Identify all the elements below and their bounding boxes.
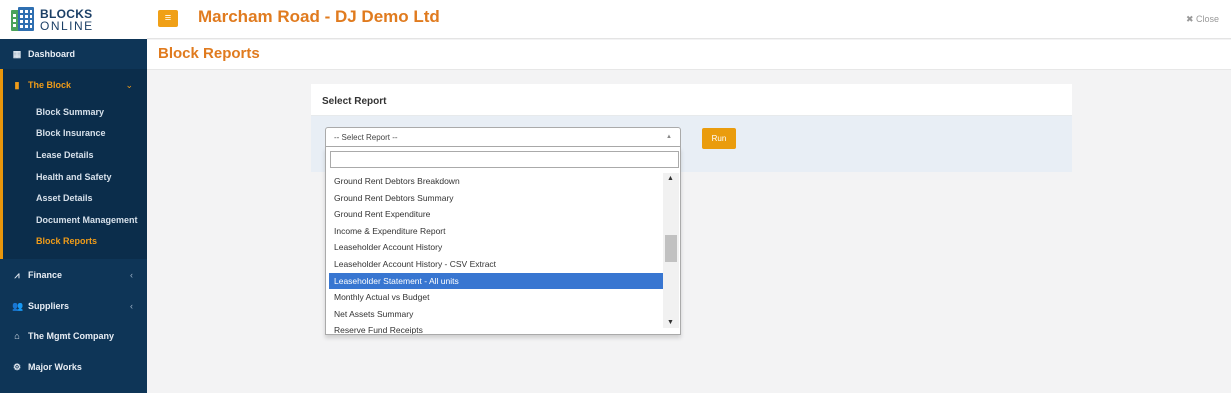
report-select-value: -- Select Report --: [334, 133, 398, 142]
sidebar-item-mgmt-company[interactable]: ⌂ The Mgmt Company: [0, 328, 147, 344]
sidebar-item-dashboard[interactable]: ▦ Dashboard: [0, 46, 147, 62]
sidebar-item-finance[interactable]: ⩘ Finance ‹: [0, 267, 147, 283]
logo[interactable]: BLOCKS ONLINE: [0, 0, 147, 39]
sidebar-subitem-block-summary[interactable]: Block Summary: [36, 107, 104, 117]
page-header: Block Reports: [147, 40, 1231, 70]
dropdown-option[interactable]: Monthly Actual vs Budget: [329, 289, 663, 306]
sidebar-item-suppliers[interactable]: 👥 Suppliers ‹: [0, 298, 147, 314]
dropdown-search-input[interactable]: [330, 151, 679, 168]
sidebar: BLOCKS ONLINE ▦ Dashboard ▮ The Block ⌄ …: [0, 0, 147, 393]
line-chart-icon: ⩘: [14, 269, 20, 280]
site-title: Marcham Road - DJ Demo Ltd: [198, 7, 440, 26]
chevron-left-icon: ‹: [130, 270, 133, 280]
dropdown-options-list: Ground Rent Debtors Breakdown Ground Rent…: [329, 173, 663, 334]
dropdown-option[interactable]: Net Assets Summary: [329, 306, 663, 323]
dropdown-option[interactable]: Reserve Fund Receipts: [329, 322, 663, 334]
sidebar-item-label: The Block: [28, 80, 72, 90]
sidebar-subitem-health-and-safety[interactable]: Health and Safety: [36, 172, 112, 182]
sidebar-subitem-block-insurance[interactable]: Block Insurance: [36, 128, 106, 138]
report-select[interactable]: -- Select Report -- ▲: [325, 127, 681, 147]
menu-toggle-button[interactable]: ≡: [158, 10, 178, 27]
report-dropdown: Ground Rent Debtors Breakdown Ground Rent…: [325, 147, 681, 335]
sidebar-item-the-block[interactable]: ▮ The Block ⌄: [0, 77, 147, 93]
sidebar-item-major-works[interactable]: ⚙ Major Works: [0, 359, 147, 375]
sidebar-item-label: Suppliers: [28, 301, 70, 311]
dashboard-icon: ▦: [12, 48, 22, 59]
sidebar-item-label: Finance: [28, 270, 63, 280]
caret-up-icon: ▲: [666, 134, 672, 140]
users-icon: 👥: [12, 300, 24, 311]
scroll-down-icon[interactable]: ▼: [667, 319, 674, 326]
sidebar-subitem-lease-details[interactable]: Lease Details: [36, 150, 94, 160]
sidebar-item-label: Major Works: [28, 362, 82, 372]
close-button[interactable]: ✖ Close: [1186, 14, 1219, 25]
chevron-down-icon: ⌄: [125, 79, 133, 90]
chevron-left-icon: ‹: [130, 301, 133, 311]
dropdown-option[interactable]: Income & Expenditure Report: [329, 223, 663, 240]
sidebar-subitem-document-management[interactable]: Document Management: [36, 215, 138, 225]
dropdown-option[interactable]: Ground Rent Expenditure: [329, 206, 663, 223]
logo-text-online: ONLINE: [40, 18, 94, 33]
dropdown-option[interactable]: Leaseholder Statement - All units: [329, 272, 663, 290]
run-button[interactable]: Run: [702, 128, 736, 149]
institution-icon: ⌂: [14, 331, 20, 341]
the-block-section: [0, 69, 147, 259]
dropdown-option[interactable]: Leaseholder Account History: [329, 239, 663, 256]
top-bar: ≡ Marcham Road - DJ Demo Ltd ✖ Close: [147, 0, 1231, 39]
dropdown-option[interactable]: Ground Rent Debtors Breakdown: [329, 173, 663, 190]
panel-heading: Select Report: [311, 84, 1072, 116]
sidebar-item-label: Dashboard: [28, 49, 76, 59]
sidebar-subitem-asset-details[interactable]: Asset Details: [36, 193, 93, 203]
page-title: Block Reports: [158, 45, 260, 62]
scrollbar-thumb[interactable]: [665, 235, 677, 262]
building-icon: ▮: [14, 79, 20, 90]
dropdown-option[interactable]: Leaseholder Account History - CSV Extrac…: [329, 256, 663, 273]
sidebar-item-label: The Mgmt Company: [28, 331, 115, 341]
logo-text-blocks: BLOCKS: [40, 6, 93, 21]
dropdown-option[interactable]: Ground Rent Debtors Summary: [329, 190, 663, 207]
dropdown-scrollbar[interactable]: ▲ ▼: [663, 173, 679, 328]
sidebar-subitem-block-reports[interactable]: Block Reports: [36, 236, 97, 246]
building-logo-icon: [10, 6, 36, 33]
gears-icon: ⚙: [12, 361, 22, 372]
scroll-up-icon[interactable]: ▲: [667, 175, 674, 182]
